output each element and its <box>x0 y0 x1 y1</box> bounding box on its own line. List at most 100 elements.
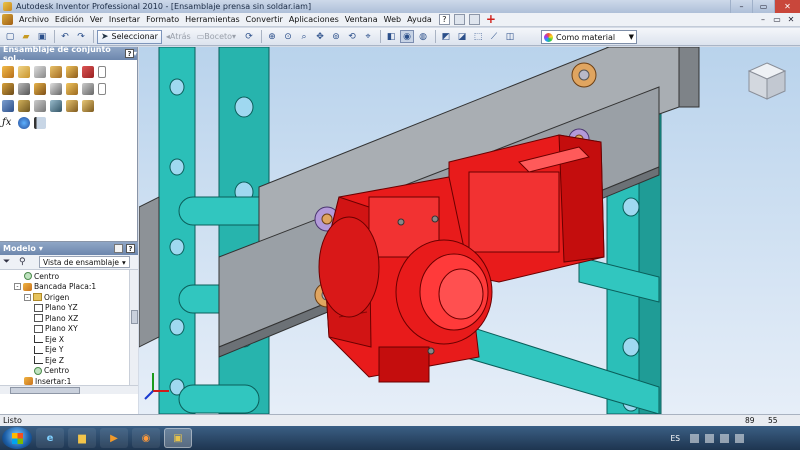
section-view-icon[interactable]: ◪ <box>455 30 469 43</box>
tree-node[interactable]: Centro <box>0 271 138 282</box>
fillet-icon[interactable] <box>82 99 94 112</box>
scroll-thumb[interactable] <box>131 310 138 324</box>
network-icon[interactable] <box>690 433 699 443</box>
hole-icon[interactable] <box>50 99 62 112</box>
document-icon[interactable] <box>2 14 13 25</box>
help-icon[interactable]: ? <box>438 14 450 25</box>
extrude-icon[interactable] <box>18 99 30 112</box>
work-plane-icon[interactable] <box>82 82 94 95</box>
graphics-viewport[interactable] <box>139 47 800 414</box>
battery-icon[interactable] <box>720 433 729 443</box>
tree-node[interactable]: Plano XY <box>0 324 138 335</box>
shaded-display-icon[interactable]: ◧ <box>384 30 398 43</box>
flag-icon[interactable] <box>735 433 744 443</box>
tree-horizontal-scrollbar[interactable] <box>0 385 138 394</box>
language-indicator[interactable]: ES <box>671 434 681 443</box>
menu-insertar[interactable]: Insertar <box>106 15 143 24</box>
file-explorer-icon[interactable]: ▆ <box>68 428 96 448</box>
browser-options-icon[interactable]: ⚲ <box>19 257 30 268</box>
menu-ver[interactable]: Ver <box>87 15 106 24</box>
select-button[interactable]: ➤ Seleccionar <box>97 29 162 44</box>
menu-archivo[interactable]: Archivo <box>16 15 52 24</box>
rotate-component-icon[interactable] <box>50 82 62 95</box>
frame-column-left[interactable] <box>158 47 196 414</box>
redo-icon[interactable]: ↷ <box>74 30 88 43</box>
save-icon[interactable]: ▣ <box>35 30 49 43</box>
bill-of-materials-icon[interactable] <box>34 116 46 129</box>
menu-herramientas[interactable]: Herramientas <box>182 15 243 24</box>
create-component-icon[interactable] <box>18 65 30 78</box>
replace-component-icon[interactable] <box>82 65 94 78</box>
dropdown-icon[interactable] <box>98 82 106 95</box>
firefox-icon[interactable]: ◉ <box>132 428 160 448</box>
view-select[interactable]: Vista de ensamblaje ▾ <box>39 256 130 268</box>
shadow-display-icon[interactable]: ◉ <box>400 30 415 43</box>
doc-minimize-button[interactable]: – <box>756 14 770 25</box>
mirror-component-icon[interactable] <box>50 65 62 78</box>
volume-icon[interactable] <box>705 433 714 443</box>
panel-help-icon[interactable]: ? <box>125 49 134 58</box>
ground-plane-icon[interactable]: ⬚ <box>471 30 485 43</box>
pin-icon[interactable] <box>114 244 123 253</box>
doc-close-button[interactable]: ✕ <box>784 14 798 25</box>
chamfer-icon[interactable] <box>66 99 78 112</box>
tree-expander-icon[interactable]: - <box>14 283 21 291</box>
pattern-component-icon[interactable] <box>34 65 46 78</box>
place-component-icon[interactable] <box>2 65 14 78</box>
tree-expander-icon[interactable]: - <box>24 293 31 301</box>
undo-icon[interactable]: ↶ <box>58 30 72 43</box>
menu-web[interactable]: Web <box>381 15 404 24</box>
constraint-icon[interactable] <box>2 82 14 95</box>
open-file-icon[interactable]: ▰ <box>19 30 33 43</box>
browser-header[interactable]: Modelo ▾ ? <box>0 242 138 255</box>
pan-icon[interactable]: ✥ <box>313 30 327 43</box>
panel-bar-header[interactable]: Ensamblaje de conjunto sol... ▾ ? <box>0 45 137 63</box>
tools-icon[interactable] <box>453 14 465 25</box>
wrench-icon[interactable] <box>468 14 480 25</box>
sketch-button[interactable]: ▭ Boceto ▾ <box>197 32 236 41</box>
zoom-window-icon[interactable]: ⊙ <box>281 30 295 43</box>
scroll-thumb[interactable] <box>10 387 80 394</box>
materials-icon[interactable] <box>18 116 30 129</box>
inventor-taskbar-icon[interactable]: ▣ <box>164 428 192 448</box>
tree-node[interactable]: Plano YZ <box>0 303 138 314</box>
tree-node[interactable]: Centro <box>0 366 138 377</box>
measure-icon[interactable]: ⟋ <box>487 30 501 43</box>
chevron-down-icon[interactable]: ▾ <box>39 244 43 253</box>
visibility-icon[interactable]: ◫ <box>503 30 517 43</box>
view-cube-icon[interactable]: ◩ <box>439 30 453 43</box>
minimize-button[interactable]: – <box>730 0 752 13</box>
update-icon[interactable]: ⟳ <box>242 30 256 43</box>
sketch-icon[interactable] <box>2 99 14 112</box>
internet-explorer-icon[interactable]: e <box>36 428 64 448</box>
tree-node[interactable]: - Origen <box>0 292 138 303</box>
app-icon[interactable] <box>3 2 12 11</box>
close-button[interactable]: ✕ <box>774 0 800 13</box>
menu-aplicaciones[interactable]: Aplicaciones <box>286 15 342 24</box>
tree-node[interactable]: Eje Z <box>0 355 138 366</box>
tree-node[interactable]: - Bancada Placa:1 <box>0 282 138 293</box>
grip-icon[interactable] <box>18 82 30 95</box>
media-player-icon[interactable]: ▶ <box>100 428 128 448</box>
tree-node[interactable]: Eje Y <box>0 345 138 356</box>
dropdown-icon[interactable] <box>98 65 106 78</box>
view-cube[interactable] <box>745 59 789 103</box>
parameters-icon[interactable]: ƒx <box>2 117 14 129</box>
doc-restore-button[interactable]: ▭ <box>770 14 784 25</box>
assembly-model[interactable] <box>139 47 800 414</box>
restore-button[interactable]: ▭ <box>752 0 774 13</box>
zoom-icon[interactable]: ⌕ <box>297 30 311 43</box>
tree-node[interactable]: Eje X <box>0 334 138 345</box>
menu-ayuda[interactable]: Ayuda <box>404 15 435 24</box>
zoom-selected-icon[interactable]: ⊚ <box>329 30 343 43</box>
start-button[interactable] <box>2 427 32 449</box>
look-at-icon[interactable]: ⌖ <box>361 30 375 43</box>
orbit-icon[interactable]: ⟲ <box>345 30 359 43</box>
back-button[interactable]: ◂ Atrás <box>166 32 191 41</box>
material-select[interactable]: Como material ▼ <box>541 30 637 44</box>
zoom-all-icon[interactable]: ⊕ <box>265 30 279 43</box>
menu-convertir[interactable]: Convertir <box>243 15 286 24</box>
camera-icon[interactable]: ◍ <box>416 30 430 43</box>
new-file-icon[interactable]: ▢ <box>3 30 17 43</box>
menu-ventana[interactable]: Ventana <box>342 15 381 24</box>
